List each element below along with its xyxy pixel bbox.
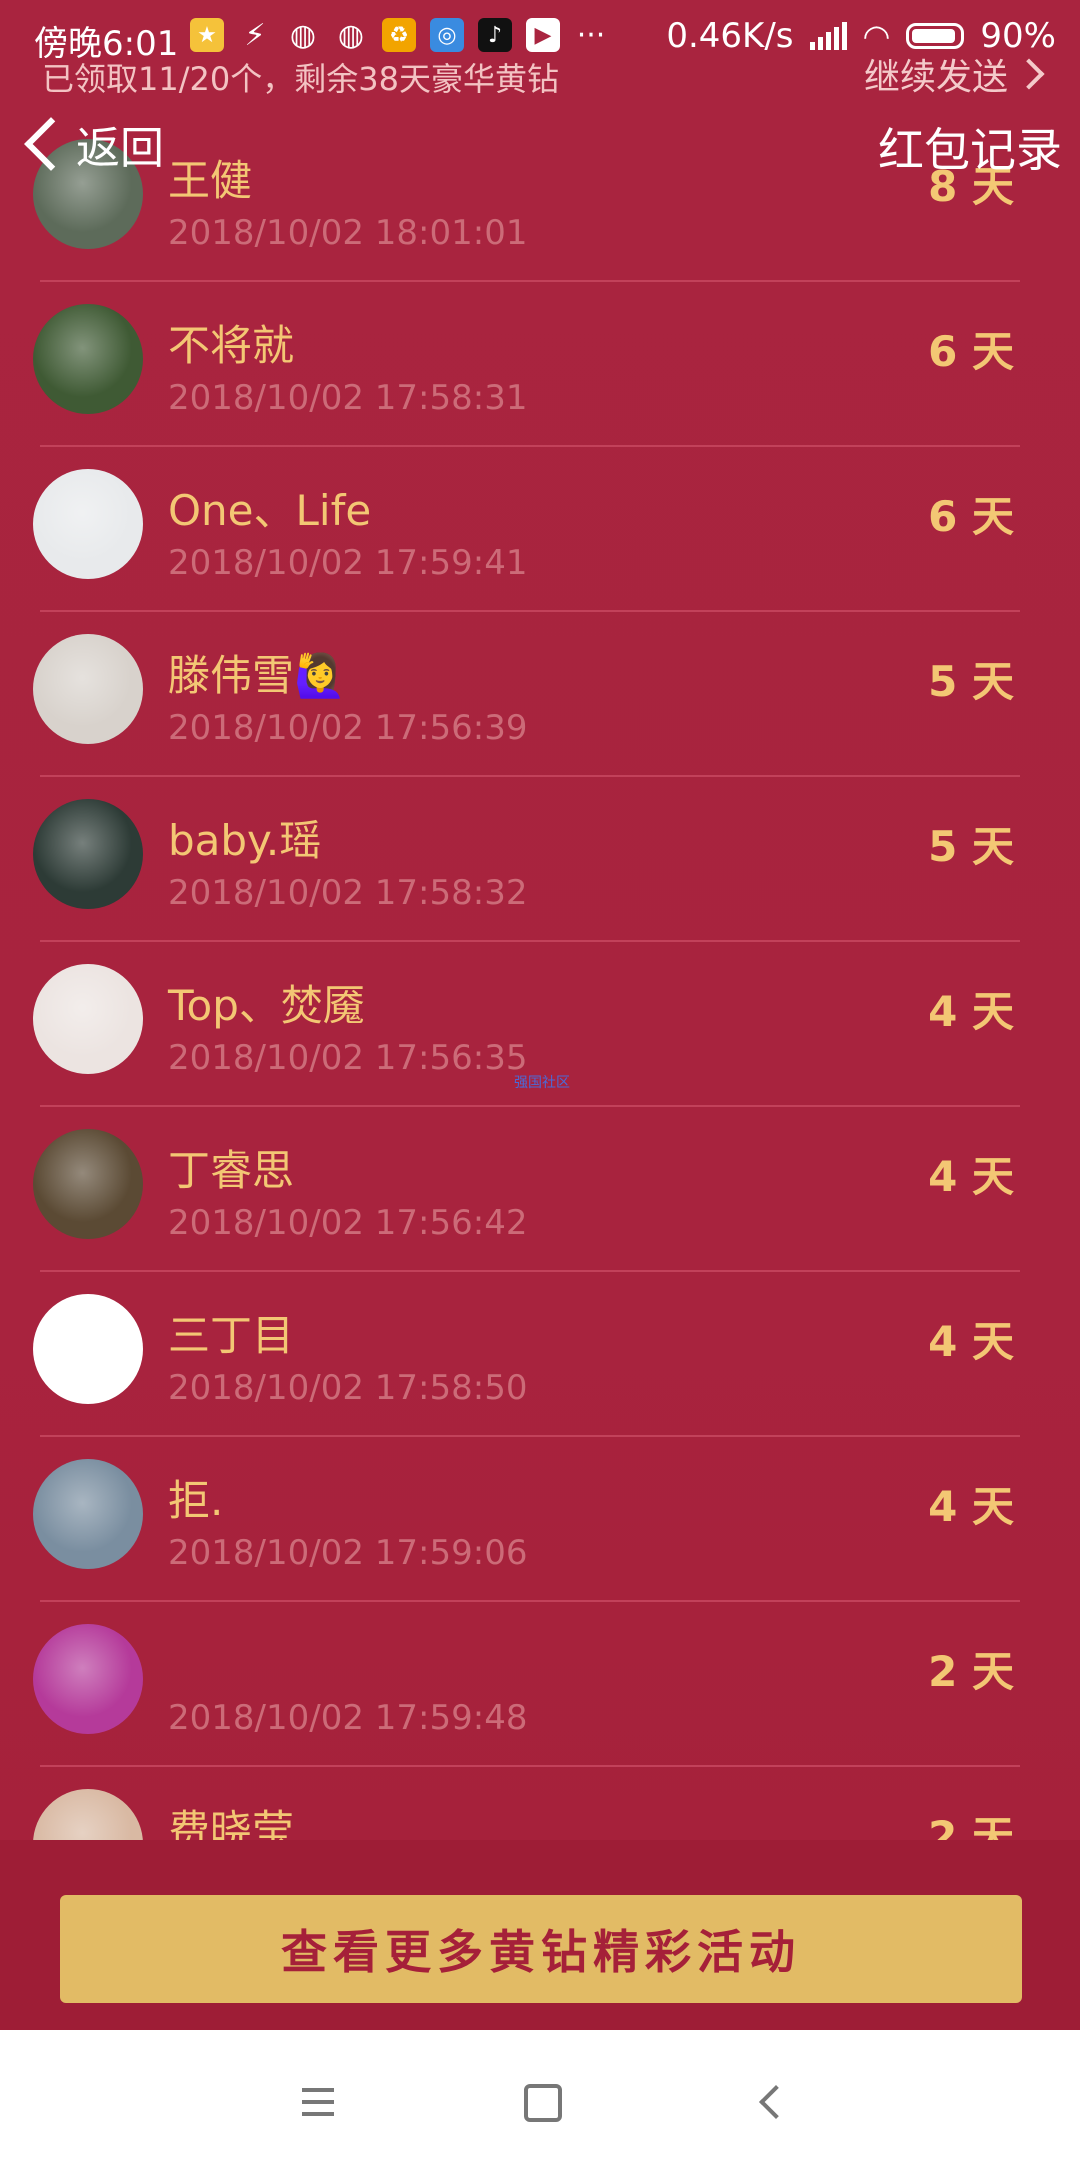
- avatar: [33, 1129, 143, 1239]
- record-time: 2018/10/02 17:59:41: [168, 543, 528, 583]
- record-name: 三丁目: [168, 1311, 295, 1360]
- star-app-icon: ★: [190, 18, 224, 52]
- back-label: 返回: [76, 123, 164, 174]
- record-name: 拒.: [168, 1476, 224, 1525]
- record-time: 2018/10/02 17:58:32: [168, 873, 528, 913]
- record-name: Top、焚魇: [168, 981, 365, 1030]
- record-row[interactable]: 三丁目 2018/10/02 17:58:50 4 天: [0, 1272, 1080, 1437]
- avatar: [33, 469, 143, 579]
- wechat-icon-2: ◍: [337, 17, 365, 53]
- record-name: 滕伟雪🙋‍♀️: [168, 651, 347, 700]
- record-name: 王健: [168, 156, 253, 205]
- record-time: 2018/10/02 17:59:48: [168, 1698, 528, 1738]
- record-row[interactable]: baby.瑶 2018/10/02 17:58:32 5 天: [0, 777, 1080, 942]
- record-name: One、Life: [168, 486, 372, 535]
- record-row[interactable]: 2018/10/02 17:59:48 2 天: [0, 1602, 1080, 1767]
- record-time: 2018/10/02 17:56:39: [168, 708, 528, 748]
- tiktok-icon: ♪: [478, 18, 512, 52]
- record-time: 2018/10/02 17:56:42: [168, 1203, 528, 1243]
- record-time: 2018/10/02 18:01:01: [168, 213, 528, 253]
- chevron-right-icon: [1013, 58, 1045, 90]
- avatar: [33, 1294, 143, 1404]
- battery-icon: [906, 23, 965, 49]
- screen: 傍晚6:01 ★ ⚡ ◍ ◍ ♻ ◎ ♪ ▶ ··· 0.46K/s ◠ 90%…: [0, 0, 1080, 2160]
- chevron-left-icon: [24, 117, 78, 171]
- app-icon-4: ♻: [382, 18, 416, 52]
- home-icon[interactable]: [524, 2084, 562, 2122]
- record-row[interactable]: 不将就 2018/10/02 17:58:31 6 天: [0, 282, 1080, 447]
- bolt-app-icon: ⚡: [244, 17, 266, 53]
- continue-send-button[interactable]: 继续发送: [863, 48, 1045, 100]
- record-days: 4 天: [928, 1482, 1014, 1531]
- avatar: [33, 964, 143, 1074]
- avatar: [33, 1459, 143, 1569]
- record-time: 2018/10/02 17:56:35: [168, 1038, 528, 1078]
- record-row[interactable]: 滕伟雪🙋‍♀️ 2018/10/02 17:56:39 5 天: [0, 612, 1080, 777]
- system-nav-bar: [0, 2030, 1080, 2160]
- record-days: 4 天: [928, 1152, 1014, 1201]
- record-days: 5 天: [928, 822, 1014, 871]
- avatar: [33, 304, 143, 414]
- record-row[interactable]: One、Life 2018/10/02 17:59:41 6 天: [0, 447, 1080, 612]
- view-more-activities-button[interactable]: 查看更多黄钻精彩活动: [60, 1895, 1022, 2003]
- record-row[interactable]: 丁睿思 2018/10/02 17:56:42 4 天: [0, 1107, 1080, 1272]
- red-envelope-records-title[interactable]: 红包记录: [878, 114, 1062, 180]
- record-name: baby.瑶: [168, 816, 322, 865]
- record-days: 2 天: [928, 1647, 1014, 1696]
- record-days: 6 天: [928, 492, 1014, 541]
- record-time: 2018/10/02 17:58:31: [168, 378, 528, 418]
- network-speed: 0.46K/s: [666, 16, 794, 56]
- reward-info: 已领取11/20个，剩余38天豪华黄钻: [42, 60, 559, 98]
- record-name: 不将就: [168, 321, 295, 370]
- record-name: 丁睿思: [168, 1146, 295, 1195]
- avatar: [33, 799, 143, 909]
- record-time: 2018/10/02 17:59:06: [168, 1533, 528, 1573]
- more-icon: ···: [576, 17, 606, 53]
- watermark-text: 强国社区: [514, 1075, 570, 1091]
- back-button[interactable]: 返回: [22, 112, 164, 176]
- avatar: [33, 634, 143, 744]
- browser-icon: ◎: [430, 18, 464, 52]
- video-icon: ▶: [526, 18, 560, 52]
- menu-icon[interactable]: [302, 2088, 334, 2124]
- signal-icon: [809, 22, 847, 50]
- record-list: 王健 2018/10/02 18:01:01 8 天不将就 2018/10/02 17…: [0, 117, 1080, 1932]
- record-days: 6 天: [928, 327, 1014, 376]
- system-back-icon[interactable]: [759, 2085, 793, 2119]
- record-days: 4 天: [928, 1317, 1014, 1366]
- record-days: 5 天: [928, 657, 1014, 706]
- wechat-icon: ◍: [289, 17, 317, 53]
- record-days: 4 天: [928, 987, 1014, 1036]
- record-row[interactable]: 拒. 2018/10/02 17:59:06 4 天: [0, 1437, 1080, 1602]
- record-time: 2018/10/02 17:58:50: [168, 1368, 528, 1408]
- status-app-icons: ★ ⚡ ◍ ◍ ♻ ◎ ♪ ▶ ···: [190, 17, 608, 53]
- avatar: [33, 1624, 143, 1734]
- continue-send-label: 继续发送: [863, 57, 1008, 98]
